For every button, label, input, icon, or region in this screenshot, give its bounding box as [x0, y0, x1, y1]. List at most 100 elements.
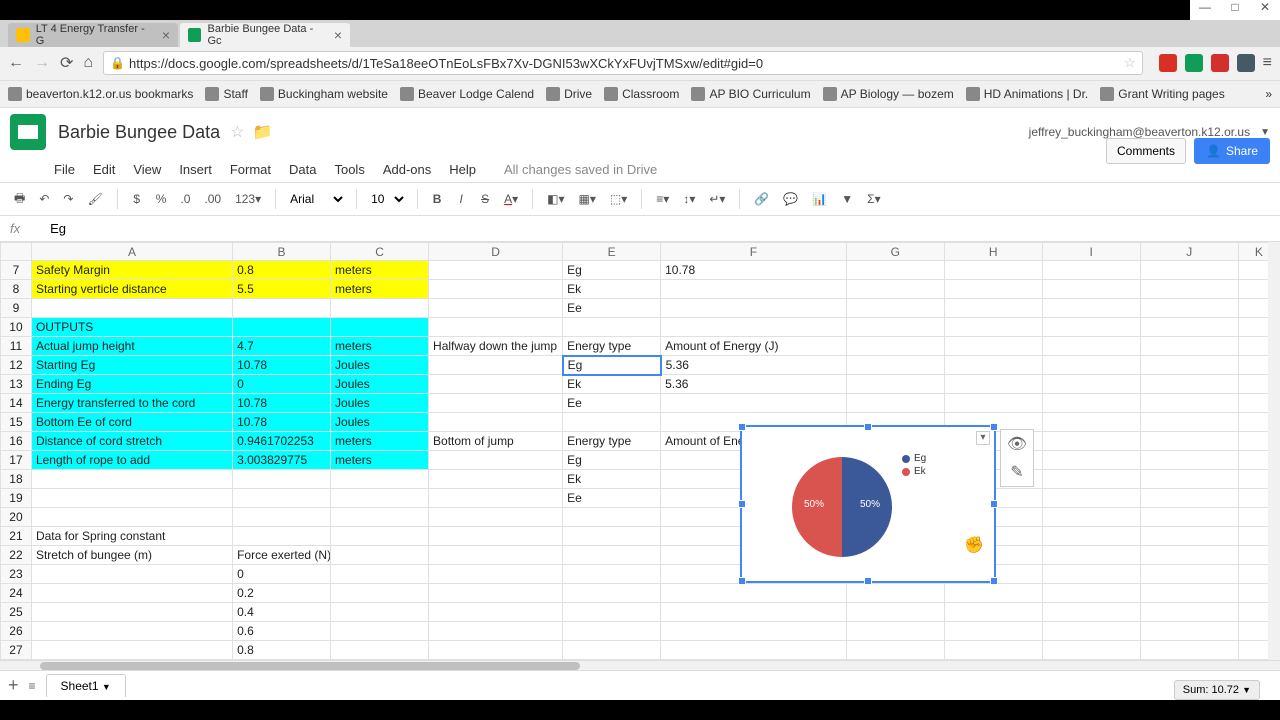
cell[interactable]	[563, 622, 661, 641]
cell[interactable]	[1042, 432, 1140, 451]
scrollbar-thumb[interactable]	[40, 662, 580, 670]
cell[interactable]	[233, 527, 331, 546]
cell[interactable]	[1140, 432, 1238, 451]
cell[interactable]: Ee	[563, 394, 661, 413]
cell[interactable]: 4.7	[233, 337, 331, 356]
cell[interactable]	[846, 280, 944, 299]
cell[interactable]	[429, 413, 563, 432]
close-tab-icon[interactable]: ×	[334, 27, 342, 43]
cell[interactable]: 0	[233, 375, 331, 394]
cell[interactable]	[563, 527, 661, 546]
browser-tab-active[interactable]: Barbie Bungee Data - Gc ×	[180, 23, 350, 47]
row-header[interactable]: 18	[1, 470, 32, 489]
cell[interactable]: 3.003829775	[233, 451, 331, 470]
cell[interactable]: 5.36	[661, 375, 847, 394]
column-header[interactable]: I	[1042, 243, 1140, 261]
row-header[interactable]: 9	[1, 299, 32, 318]
close-window-button[interactable]: ✕	[1250, 0, 1280, 20]
extension-icon[interactable]	[1237, 54, 1255, 72]
cell[interactable]	[1042, 584, 1140, 603]
cell[interactable]	[1140, 603, 1238, 622]
row-header[interactable]: 11	[1, 337, 32, 356]
cell[interactable]	[1042, 299, 1140, 318]
cell[interactable]: Safety Margin	[31, 261, 232, 280]
comment-button[interactable]: 💬	[779, 189, 802, 209]
redo-button[interactable]: ↷	[59, 189, 77, 209]
more-formats-button[interactable]: 123▾	[231, 189, 265, 209]
cell[interactable]	[563, 508, 661, 527]
resize-handle[interactable]	[990, 423, 998, 431]
strike-button[interactable]: S	[476, 189, 494, 209]
cell[interactable]	[846, 584, 944, 603]
cell[interactable]	[1042, 546, 1140, 565]
cell[interactable]: 0.4	[233, 603, 331, 622]
cell[interactable]	[944, 375, 1042, 394]
cell[interactable]	[429, 546, 563, 565]
column-header[interactable]: C	[331, 243, 429, 261]
cell[interactable]	[1042, 394, 1140, 413]
cell[interactable]: meters	[331, 261, 429, 280]
cell[interactable]	[563, 546, 661, 565]
horizontal-scrollbar[interactable]	[0, 660, 1280, 670]
cell[interactable]	[429, 565, 563, 584]
cell[interactable]: Joules	[331, 413, 429, 432]
home-button[interactable]: ⌂	[83, 54, 93, 72]
menu-file[interactable]: File	[54, 162, 75, 177]
cell[interactable]	[1140, 375, 1238, 394]
cell[interactable]	[1140, 565, 1238, 584]
column-header[interactable]: H	[944, 243, 1042, 261]
sheet-tab[interactable]: Sheet1 ▼	[46, 674, 126, 697]
row-header[interactable]: 25	[1, 603, 32, 622]
cell[interactable]	[1140, 318, 1238, 337]
link-button[interactable]: 🔗	[750, 189, 773, 209]
cell[interactable]	[1042, 356, 1140, 375]
bookmark[interactable]: Drive	[546, 87, 592, 101]
cell[interactable]	[944, 584, 1042, 603]
cell[interactable]	[944, 356, 1042, 375]
cell[interactable]	[1140, 584, 1238, 603]
percent-button[interactable]: %	[152, 189, 171, 209]
cell[interactable]	[429, 527, 563, 546]
cell[interactable]	[331, 489, 429, 508]
functions-button[interactable]: Σ▾	[863, 189, 884, 209]
cell[interactable]: 10.78	[661, 261, 847, 280]
cell[interactable]: meters	[331, 280, 429, 299]
cell[interactable]	[1140, 489, 1238, 508]
cell[interactable]	[1140, 394, 1238, 413]
cell[interactable]	[331, 641, 429, 660]
column-header[interactable]: A	[31, 243, 232, 261]
cell[interactable]	[1140, 527, 1238, 546]
cell[interactable]	[331, 622, 429, 641]
cell[interactable]	[233, 489, 331, 508]
user-email[interactable]: jeffrey_buckingham@beaverton.k12.or.us	[1029, 125, 1250, 139]
cell[interactable]: Bottom of jump	[429, 432, 563, 451]
cell[interactable]: 0.2	[233, 584, 331, 603]
reload-button[interactable]: ⟳	[60, 53, 73, 73]
resize-handle[interactable]	[738, 500, 746, 508]
cell[interactable]: 0.8	[233, 641, 331, 660]
chart-menu-button[interactable]: ▾	[976, 431, 990, 445]
cell[interactable]	[661, 299, 847, 318]
cell[interactable]	[846, 337, 944, 356]
column-header[interactable]: F	[661, 243, 847, 261]
cell[interactable]	[1140, 508, 1238, 527]
cell[interactable]	[661, 318, 847, 337]
cell[interactable]	[429, 603, 563, 622]
cell[interactable]	[331, 527, 429, 546]
cell[interactable]	[429, 622, 563, 641]
cell[interactable]	[429, 375, 563, 394]
cell[interactable]: Eg	[563, 451, 661, 470]
extension-icon[interactable]	[1159, 54, 1177, 72]
cell[interactable]	[846, 356, 944, 375]
cell[interactable]	[944, 603, 1042, 622]
cell[interactable]	[846, 261, 944, 280]
cell[interactable]	[31, 603, 232, 622]
close-tab-icon[interactable]: ×	[162, 27, 170, 43]
font-select[interactable]: Arial	[286, 191, 346, 207]
cell[interactable]	[233, 470, 331, 489]
menu-format[interactable]: Format	[230, 162, 271, 177]
vertical-scrollbar[interactable]	[1268, 242, 1280, 660]
cell[interactable]	[1140, 641, 1238, 660]
cell[interactable]	[429, 489, 563, 508]
cell[interactable]: meters	[331, 337, 429, 356]
